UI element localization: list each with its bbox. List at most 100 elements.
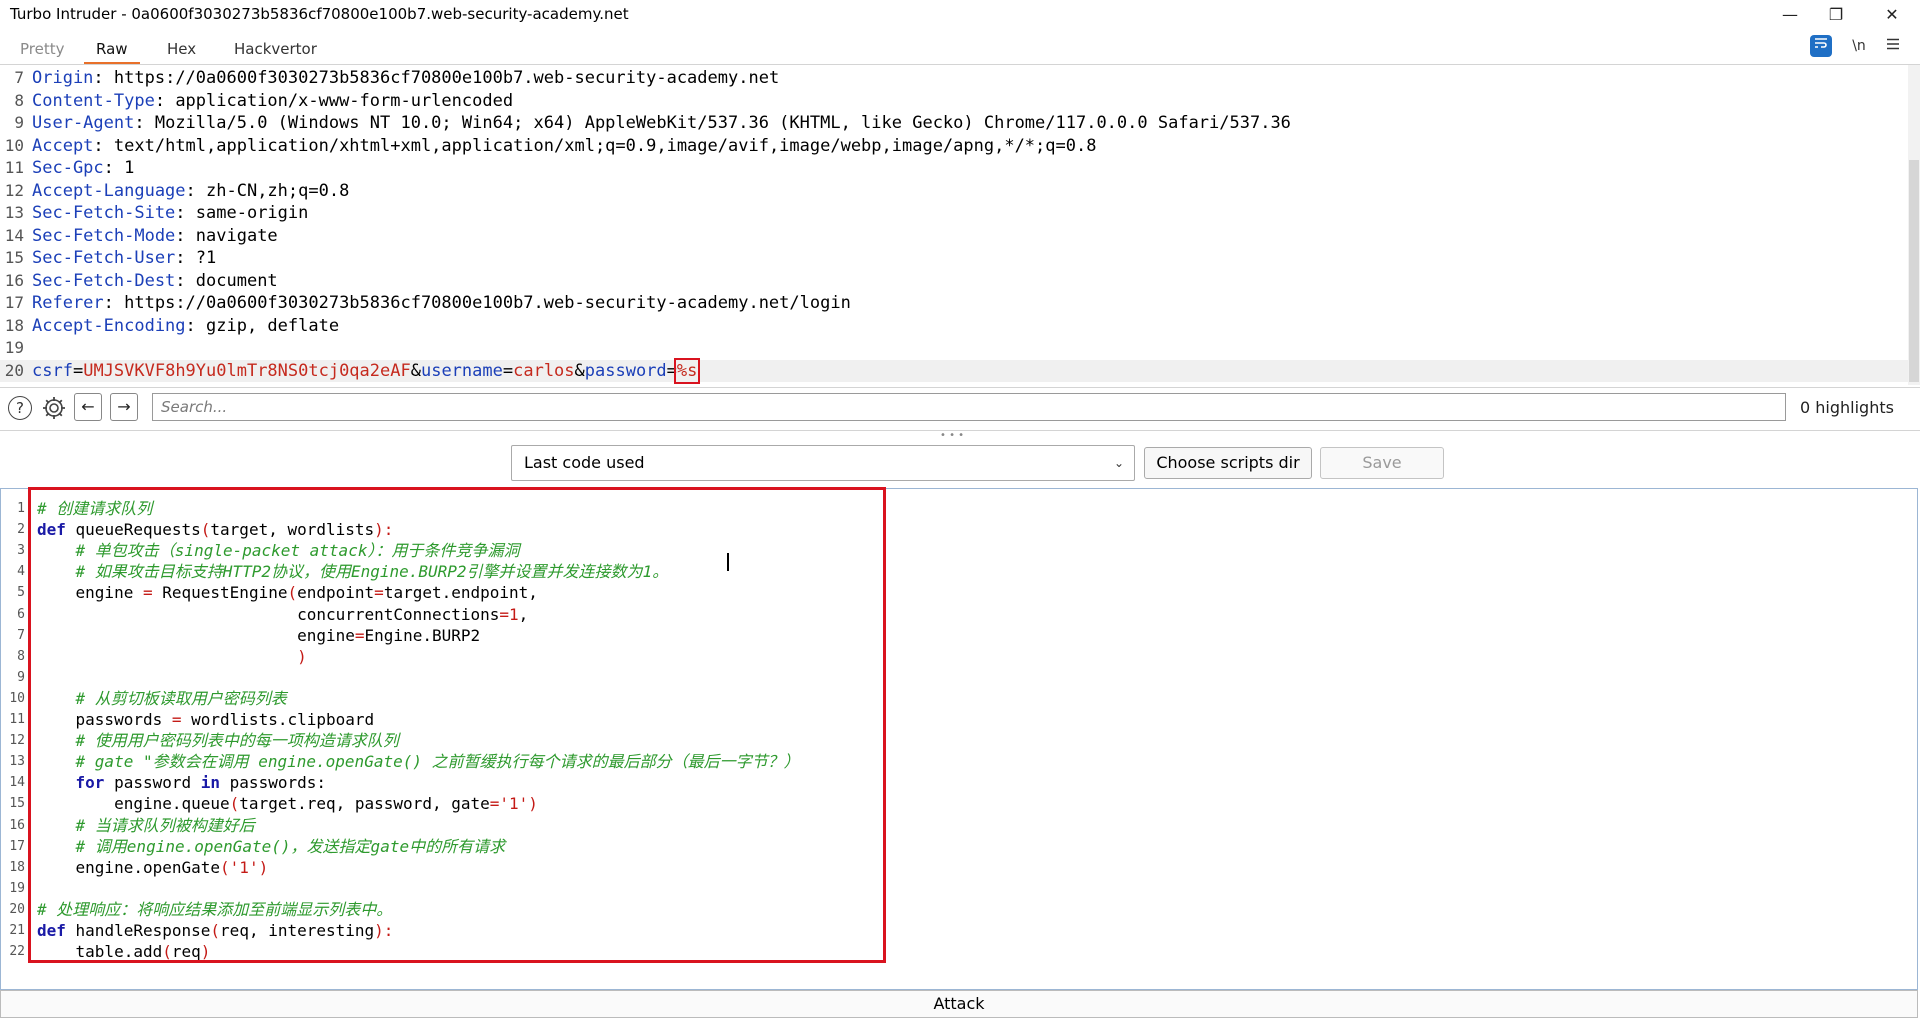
param-equals: =: [72, 360, 84, 381]
line-number: 15: [9, 796, 25, 812]
request-line[interactable]: 13 Sec-Fetch-Site: same-origin: [0, 202, 1908, 224]
line-number: 13: [4, 203, 24, 222]
header-value: https://0a0600f3030273b5836cf70800e100b7…: [113, 68, 780, 88]
attack-button[interactable]: Attack: [0, 990, 1918, 1018]
header-value: document: [195, 270, 278, 291]
line-number: 5: [17, 585, 25, 601]
text-cursor: [727, 553, 729, 571]
header-name: User-Agent: [32, 113, 135, 133]
help-icon[interactable]: ?: [8, 396, 32, 420]
tab-pretty[interactable]: Pretty: [8, 38, 77, 62]
param-value-username: carlos: [513, 360, 575, 381]
request-line[interactable]: 15 Sec-Fetch-User: ?1: [0, 247, 1908, 269]
request-scrollbar-thumb[interactable]: [1909, 160, 1919, 382]
tab-hackvertor[interactable]: Hackvertor: [222, 38, 329, 62]
header-value: Mozilla/5.0 (Windows NT 10.0; Win64; x64…: [154, 113, 1291, 133]
line-number: 8: [17, 648, 25, 664]
header-separator: :: [175, 203, 196, 223]
line-number: 11: [9, 712, 25, 727]
header-value: zh-CN,zh;q=0.8: [206, 180, 350, 201]
line-number: 20: [4, 360, 24, 380]
param-equals: =: [666, 360, 677, 381]
request-line[interactable]: 7 Origin: https://0a0600f3030273b5836cf70…: [0, 67, 1908, 89]
line-number: 2: [17, 522, 25, 538]
param-value-csrf: UMJSVKVF8h9Yu0lmTr8NS0tcj0qa2eAF: [83, 360, 411, 381]
arrow-left-icon[interactable]: ←: [74, 393, 102, 421]
param-key-csrf: csrf: [32, 360, 73, 381]
title-bar: Turbo Intruder - 0a0600f3030273b5836cf70…: [0, 0, 1920, 30]
line-number: 7: [14, 68, 24, 87]
request-body-line[interactable]: 20 csrf=UMJSVKVF8h9Yu0lmTr8NS0tcj0qa2eAF&…: [0, 357, 1908, 384]
code-highlight-frame: [28, 487, 886, 963]
line-number: 17: [4, 293, 24, 312]
request-line[interactable]: 18 Accept-Encoding: gzip, deflate: [0, 315, 1908, 337]
save-button[interactable]: Save: [1320, 447, 1444, 479]
pane-splitter-handle[interactable]: • • •: [940, 430, 964, 441]
line-number: 13: [9, 754, 25, 770]
hamburger-menu-icon[interactable]: [1880, 34, 1906, 58]
line-number: 7: [17, 627, 25, 643]
request-line-blank[interactable]: 19: [0, 337, 1908, 359]
header-value: ?1: [195, 248, 217, 268]
line-number: 17: [9, 838, 25, 854]
header-separator: :: [154, 90, 176, 111]
request-line[interactable]: 11 Sec-Gpc: 1: [0, 157, 1908, 179]
choose-scripts-dir-button[interactable]: Choose scripts dir: [1144, 447, 1312, 479]
line-number: 18: [9, 859, 25, 875]
request-editor[interactable]: 7 Origin: https://0a0600f3030273b5836cf70…: [0, 65, 1908, 385]
line-number: 12: [9, 733, 25, 749]
newline-toggle-button[interactable]: \n: [1846, 34, 1872, 58]
header-name: Sec-Fetch-Site: [32, 203, 176, 223]
header-name: Accept-Encoding: [32, 315, 186, 336]
header-name: Sec-Fetch-User: [32, 248, 176, 268]
request-line[interactable]: 14 Sec-Fetch-Mode: navigate: [0, 225, 1908, 247]
header-name: Content-Type: [32, 90, 155, 111]
request-line[interactable]: 17 Referer: https://0a0600f3030273b5836cf…: [0, 292, 1908, 314]
line-number: 21: [9, 923, 25, 938]
line-number: 16: [9, 817, 25, 833]
header-value: application/x-www-form-urlencoded: [175, 90, 514, 111]
header-value: 1: [124, 158, 135, 178]
search-input[interactable]: [152, 393, 1786, 421]
header-name: Accept: [32, 135, 94, 156]
line-number: 22: [9, 944, 25, 960]
header-name: Sec-Gpc: [32, 158, 104, 178]
text-wrap-icon[interactable]: [1810, 35, 1832, 57]
restore-button[interactable]: ❐: [1808, 2, 1864, 28]
line-number: 3: [17, 543, 25, 559]
request-line[interactable]: 12 Accept-Language: zh-CN,zh;q=0.8: [0, 180, 1908, 202]
tab-raw[interactable]: Raw: [84, 38, 140, 64]
request-line[interactable]: 8 Content-Type: application/x-www-form-ur…: [0, 90, 1908, 112]
request-line[interactable]: 16 Sec-Fetch-Dest: document: [0, 270, 1908, 292]
header-name: Origin: [32, 68, 94, 88]
header-separator: :: [185, 315, 207, 336]
line-number: 20: [9, 901, 25, 917]
line-number: 11: [4, 158, 24, 177]
line-number: 4: [17, 564, 25, 580]
arrow-right-icon[interactable]: →: [110, 393, 138, 421]
line-number: 19: [9, 880, 25, 896]
highlights-count: 0 highlights: [1800, 398, 1894, 417]
line-number: 14: [9, 775, 25, 791]
line-number: 10: [4, 135, 24, 155]
header-value: https://0a0600f3030273b5836cf70800e100b7…: [124, 293, 851, 313]
header-separator: :: [175, 225, 196, 246]
header-value: same-origin: [195, 203, 309, 223]
close-button[interactable]: ✕: [1864, 2, 1920, 28]
gear-icon[interactable]: [40, 394, 68, 422]
header-name: Referer: [32, 293, 104, 313]
header-name: Accept-Language: [32, 180, 186, 201]
script-select-dropdown[interactable]: Last code used ⌄: [511, 445, 1135, 481]
param-ampersand: &: [410, 360, 421, 381]
header-separator: :: [185, 180, 207, 201]
header-separator: :: [175, 270, 196, 291]
tab-hex[interactable]: Hex: [155, 38, 208, 62]
line-number: 10: [9, 690, 25, 706]
request-line[interactable]: 9 User-Agent: Mozilla/5.0 (Windows NT 10.…: [0, 112, 1908, 134]
request-line[interactable]: 10 Accept: text/html,application/xhtml+xm…: [0, 135, 1908, 157]
param-key-password: password: [584, 360, 667, 381]
line-number: 16: [4, 270, 24, 290]
header-value: gzip, deflate: [206, 315, 340, 336]
header-name: Sec-Fetch-Mode: [32, 225, 176, 246]
param-ampersand: &: [574, 360, 585, 381]
